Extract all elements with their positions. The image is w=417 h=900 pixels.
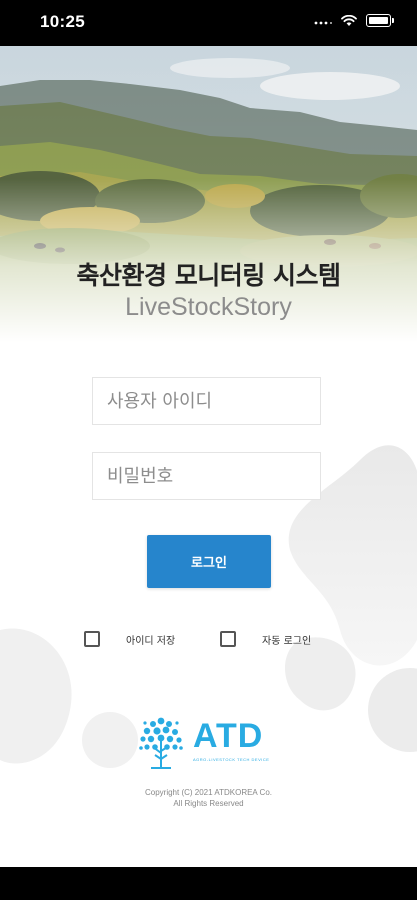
copyright-line-2: All Rights Reserved — [173, 799, 244, 808]
atd-logo-tagline: AGRO-LIVESTOCK TECH DEVICE — [193, 757, 270, 762]
app-title: 축산환경 모니터링 시스템 — [76, 261, 341, 290]
copyright-line-1: Copyright (C) 2021 ATDKOREA Co. — [144, 788, 272, 797]
atd-logo-text: ATD — [193, 717, 264, 755]
password-input[interactable] — [92, 452, 321, 500]
save-id-label: 아이디 저장 — [126, 635, 176, 647]
bottom-black-bar — [0, 867, 417, 900]
user-id-input[interactable] — [92, 377, 321, 425]
copyright-text: Copyright (C) 2021 ATDKOREA Co. All Righ… — [0, 787, 417, 809]
hero-fade-overlay — [0, 46, 417, 426]
wifi-icon — [341, 14, 357, 26]
signal-icon — [314, 21, 332, 25]
auto-login-checkbox[interactable] — [220, 631, 236, 647]
login-screen: 10:25 축산환경 모니터링 시스템 LiveStockStory 사용자 아… — [0, 0, 417, 900]
save-id-checkbox[interactable] — [84, 631, 100, 647]
status-time: 10:25 — [40, 12, 85, 31]
login-button[interactable]: 로그인 — [147, 535, 271, 588]
status-bar: 10:25 — [0, 0, 417, 46]
auto-login-option[interactable]: 자동 로그인 — [220, 631, 311, 647]
save-id-option[interactable]: 아이디 저장 — [84, 631, 175, 647]
app-subtitle: LiveStockStory — [125, 293, 292, 321]
auto-login-label: 자동 로그인 — [262, 635, 312, 647]
battery-icon — [366, 14, 394, 27]
status-icons — [314, 14, 394, 27]
